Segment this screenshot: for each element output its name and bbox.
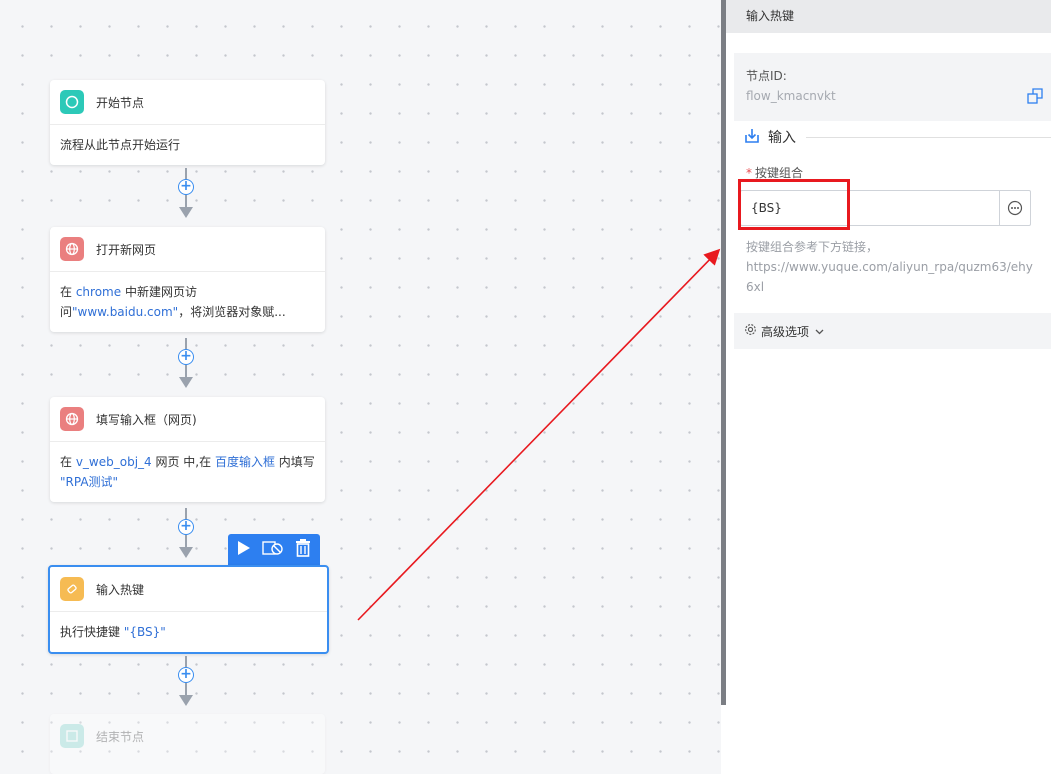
node-title: 结束节点 [96, 729, 145, 744]
panel-title: 输入热键 [726, 0, 1051, 33]
node-open-webpage[interactable]: 打开新网页 在 chrome 中新建网页访问"www.baidu.com"，将浏… [50, 227, 325, 332]
eraser-icon [60, 577, 84, 601]
node-fill-input[interactable]: 填写输入框（网页) 在 v_web_obj_4 网页 中,在 百度输入框 内填写… [50, 397, 325, 502]
globe-icon [60, 407, 84, 431]
node-toolbar [228, 534, 320, 565]
connector: + [176, 168, 196, 226]
node-title: 输入热键 [96, 582, 145, 597]
import-icon [744, 128, 760, 147]
node-start[interactable]: 开始节点 流程从此节点开始运行 [50, 80, 325, 165]
required-mark: * [746, 166, 752, 180]
advanced-options-toggle[interactable]: 高级选项 [734, 313, 1051, 349]
input-section-header: 输入 [744, 126, 1051, 148]
node-description: 在 v_web_obj_4 网页 中,在 百度输入框 内填写 "RPA测试" [60, 455, 315, 489]
node-id-value: flow_kmacnvkt [746, 89, 836, 103]
play-icon[interactable] [237, 540, 251, 559]
node-input-hotkey[interactable]: 输入热键 执行快捷键 "{BS}" [48, 565, 329, 654]
arrow-down-icon [179, 547, 193, 558]
globe-icon [60, 237, 84, 261]
add-node-button[interactable]: + [178, 179, 194, 195]
hint-link[interactable]: https://www.yuque.com/aliyun_rpa/quzm63/… [746, 257, 1036, 297]
node-id-box: 节点ID: flow_kmacnvkt [734, 53, 1051, 121]
node-description: 流程从此节点开始运行 [60, 138, 181, 152]
circle-icon [60, 90, 84, 114]
key-combo-field[interactable]: {BS} [740, 190, 1031, 226]
more-icon[interactable] [999, 191, 1030, 225]
node-title: 填写输入框（网页) [96, 412, 197, 427]
add-node-button[interactable]: + [178, 667, 194, 683]
copy-icon[interactable] [1027, 88, 1043, 107]
node-id-label: 节点ID: [746, 69, 787, 83]
connector: + [176, 508, 196, 566]
advanced-options-label: 高级选项 [761, 324, 810, 339]
node-description: 在 chrome 中新建网页访问"www.baidu.com"，将浏览器对象赋.… [60, 285, 286, 319]
arrow-down-icon [179, 695, 193, 706]
connector: + [176, 338, 196, 396]
connector: + [176, 656, 196, 714]
chevron-down-icon [815, 324, 824, 338]
key-combo-hint: 按键组合参考下方链接， https://www.yuque.com/aliyun… [746, 237, 1036, 297]
section-title: 输入 [768, 130, 796, 146]
node-description: 执行快捷键 "{BS}" [60, 625, 166, 639]
square-icon [60, 724, 84, 748]
arrow-down-icon [179, 377, 193, 388]
add-node-button[interactable]: + [178, 519, 194, 535]
arrow-down-icon [179, 207, 193, 218]
settings-icon [744, 323, 757, 339]
node-title: 开始节点 [96, 95, 145, 110]
key-combo-label: * 按键组合 [746, 166, 804, 180]
trash-icon[interactable] [295, 539, 311, 560]
breakpoint-icon[interactable] [262, 540, 284, 559]
add-node-button[interactable]: + [178, 349, 194, 365]
flow-canvas[interactable]: 开始节点 流程从此节点开始运行 + 打开新网页 在 chrome 中新建网页访问… [0, 0, 721, 774]
node-title: 打开新网页 [96, 242, 157, 257]
properties-panel: 输入热键 节点ID: flow_kmacnvkt 输入 * 按键组合 {BS} 按… [726, 0, 1051, 774]
node-end[interactable]: 结束节点 [50, 714, 325, 774]
key-combo-value[interactable]: {BS} [741, 201, 999, 215]
